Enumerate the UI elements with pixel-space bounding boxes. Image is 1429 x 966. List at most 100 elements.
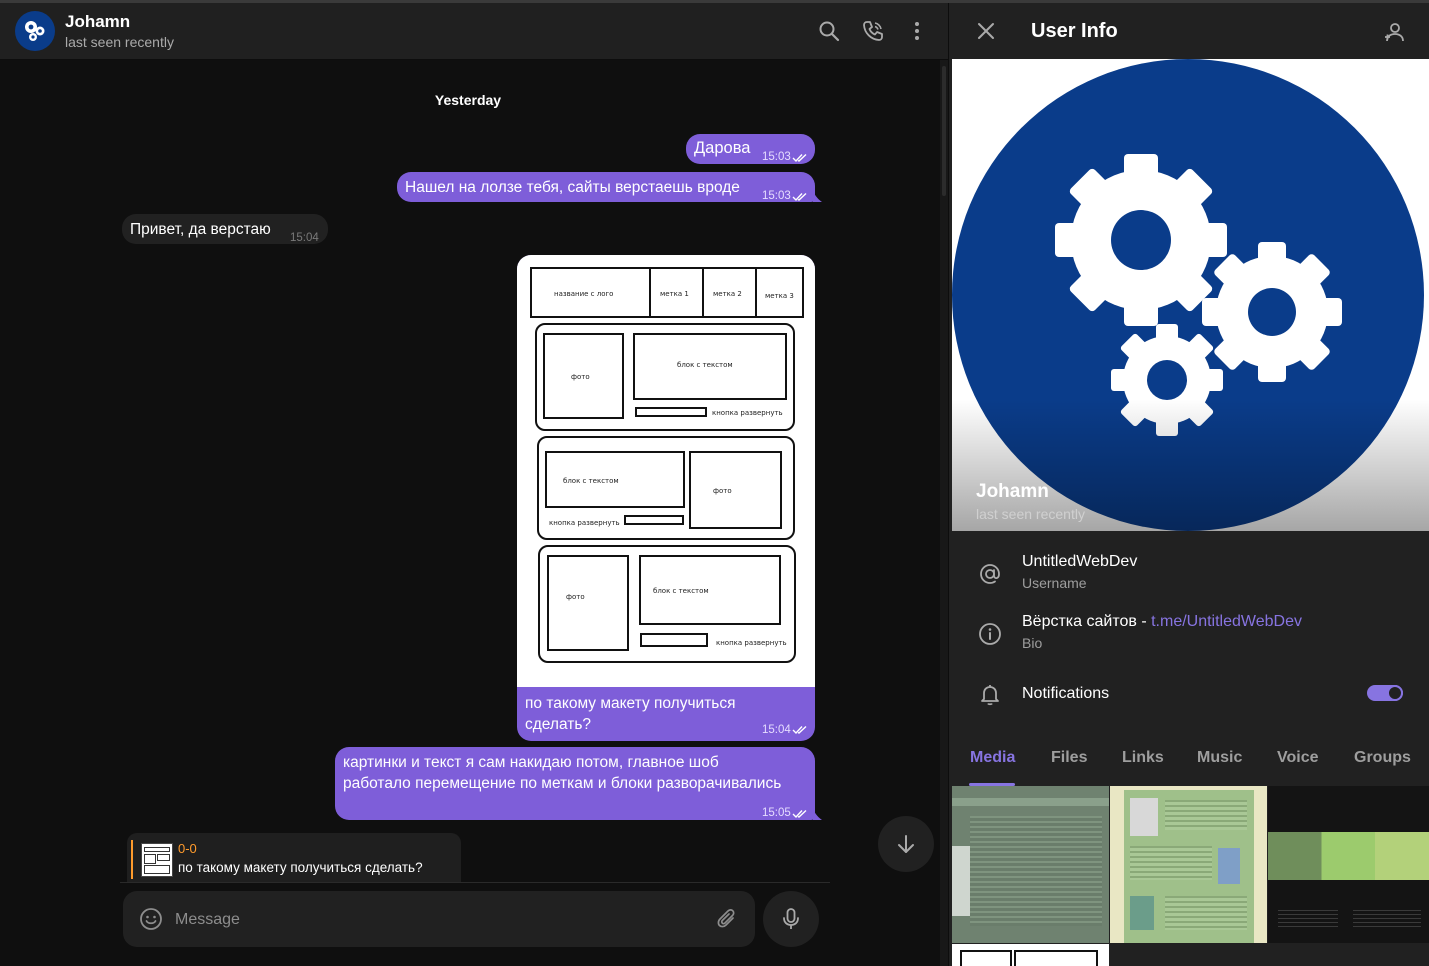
double-check-icon <box>792 725 807 735</box>
message-time: 15:03 <box>762 190 791 202</box>
photo-caption: по такому макету получиться сделать? <box>525 693 745 735</box>
media-thumbnail[interactable] <box>1110 786 1267 943</box>
message-outgoing[interactable]: картинки и текст я сам накидаю потом, гл… <box>335 747 815 820</box>
message-composer <box>123 891 755 947</box>
peer-name[interactable]: Johamn <box>65 12 130 32</box>
phone-icon <box>863 21 883 41</box>
peer-status: last seen recently <box>65 34 174 50</box>
panel-title: User Info <box>1031 20 1118 42</box>
caption-line: по такому макету получиться <box>525 695 736 712</box>
wireframe-image[interactable]: название с лого метка 1 метка 2 метка 3 … <box>517 255 815 687</box>
message-text: Дарова <box>694 139 751 157</box>
bio-text: Вёрстка сайтов - <box>1022 613 1152 630</box>
media-thumbnail[interactable] <box>1268 786 1429 943</box>
bell-icon <box>977 681 1003 707</box>
reply-accent-bar <box>131 840 133 879</box>
user-info-panel: User Info Johamn last seen recently Unti… <box>948 3 1429 966</box>
message-input[interactable] <box>173 907 697 933</box>
profile-name: Johamn <box>976 481 1049 502</box>
message-outgoing[interactable]: Дарова 15:03 <box>686 134 815 164</box>
wf-label: кнопка развернуть <box>549 519 620 527</box>
notifications-label: Notifications <box>1022 685 1110 702</box>
chat-header: Johamn last seen recently <box>0 3 948 60</box>
message-text: работало перемещение по меткам и блоки р… <box>343 775 782 792</box>
message-text: картинки и текст я сам накидаю потом, гл… <box>343 754 719 771</box>
wf-label: метка 2 <box>713 290 742 298</box>
composer-divider <box>120 882 830 883</box>
arrow-down-icon <box>898 835 914 853</box>
avatar[interactable] <box>15 11 55 51</box>
tab-files[interactable]: Files <box>1051 749 1087 767</box>
wf-label: блок с текстом <box>563 477 619 485</box>
tab-groups[interactable]: Groups <box>1354 749 1411 767</box>
notifications-row[interactable]: Notifications <box>949 675 1429 731</box>
chat-scrollbar-thumb[interactable] <box>942 66 946 196</box>
message-list[interactable]: Yesterday Дарова 15:03 Нашел на лолзе те… <box>0 60 948 966</box>
search-icon <box>819 21 840 42</box>
paperclip-icon <box>717 909 735 928</box>
bubble-tail <box>813 809 822 820</box>
toggle-knob <box>1387 685 1403 701</box>
search-button[interactable] <box>815 17 843 45</box>
tab-voice[interactable]: Voice <box>1277 749 1319 767</box>
bio-row[interactable]: Вёрстка сайтов - t.me/UntitledWebDev Bio <box>949 613 1429 669</box>
username-label: Username <box>1022 575 1087 591</box>
tab-music[interactable]: Music <box>1197 749 1242 767</box>
attach-button[interactable] <box>715 907 739 931</box>
wf-label: метка 3 <box>765 292 794 300</box>
message-time: 15:04 <box>762 724 791 736</box>
notifications-toggle[interactable] <box>1367 685 1403 701</box>
call-button[interactable] <box>859 17 887 45</box>
double-check-icon <box>792 153 807 162</box>
double-check-icon <box>792 192 807 201</box>
bio-link[interactable]: t.me/UntitledWebDev <box>1151 613 1302 630</box>
wf-label: кнопка развернуть <box>716 639 787 647</box>
close-icon <box>978 23 994 39</box>
wf-label: фото <box>713 487 732 495</box>
profile-photo[interactable]: Johamn last seen recently <box>952 59 1429 531</box>
message-meta: 15:03 <box>762 186 808 207</box>
message-outgoing[interactable]: Нашел на лолзе тебя, сайты верстаешь вро… <box>397 172 815 202</box>
add-user-icon <box>1385 23 1404 42</box>
username-value: UntitledWebDev <box>1022 553 1138 570</box>
tab-links[interactable]: Links <box>1122 749 1164 767</box>
photo-message[interactable]: название с лого метка 1 метка 2 метка 3 … <box>517 255 815 741</box>
profile-status: last seen recently <box>976 506 1085 522</box>
tab-media[interactable]: Media <box>970 749 1015 767</box>
voice-record-button[interactable] <box>763 891 819 947</box>
wf-label: блок с текстом <box>677 361 733 369</box>
microphone-icon <box>783 908 799 929</box>
message-meta: 15:04 <box>762 724 808 736</box>
message-incoming[interactable]: Привет, да верстаю 15:04 <box>122 214 328 244</box>
reply-preview[interactable]: 0-0 по такому макету получиться сделать? <box>127 833 461 883</box>
more-button[interactable] <box>903 17 931 45</box>
emoji-button[interactable] <box>139 907 163 931</box>
wf-label: название с лого <box>554 290 614 298</box>
shared-media-tabs: Media Files Links Music Voice Groups <box>949 743 1429 789</box>
bio-label: Bio <box>1022 635 1043 651</box>
message-time: 15:04 <box>290 232 319 244</box>
message-text: Нашел на лолзе тебя, сайты верстаешь вро… <box>405 179 740 196</box>
wf-header: название с лого метка 1 метка 2 метка 3 <box>530 267 804 318</box>
more-vertical-icon <box>915 22 919 40</box>
reply-title: 0-0 <box>178 841 197 856</box>
gears-icon <box>25 21 45 41</box>
at-sign-icon <box>977 561 1003 587</box>
double-check-icon <box>792 809 807 818</box>
wf-label: блок с текстом <box>653 587 709 595</box>
media-grid <box>952 786 1429 966</box>
info-icon <box>977 621 1003 647</box>
message-time: 15:05 <box>762 807 791 819</box>
wf-section: фото блок с текстом кнопка развернуть <box>535 323 795 431</box>
username-row[interactable]: UntitledWebDev Username <box>949 553 1429 609</box>
wf-label: метка 1 <box>660 290 689 298</box>
user-info-header: User Info <box>949 3 1429 59</box>
media-thumbnail[interactable] <box>952 944 1109 966</box>
bubble-tail <box>813 191 822 202</box>
message-text: Привет, да верстаю <box>130 221 271 238</box>
scroll-down-button[interactable] <box>878 816 934 872</box>
media-thumbnail[interactable] <box>952 786 1109 943</box>
close-button[interactable] <box>975 20 997 42</box>
message-time: 15:03 <box>762 151 791 163</box>
add-contact-button[interactable] <box>1383 20 1407 44</box>
